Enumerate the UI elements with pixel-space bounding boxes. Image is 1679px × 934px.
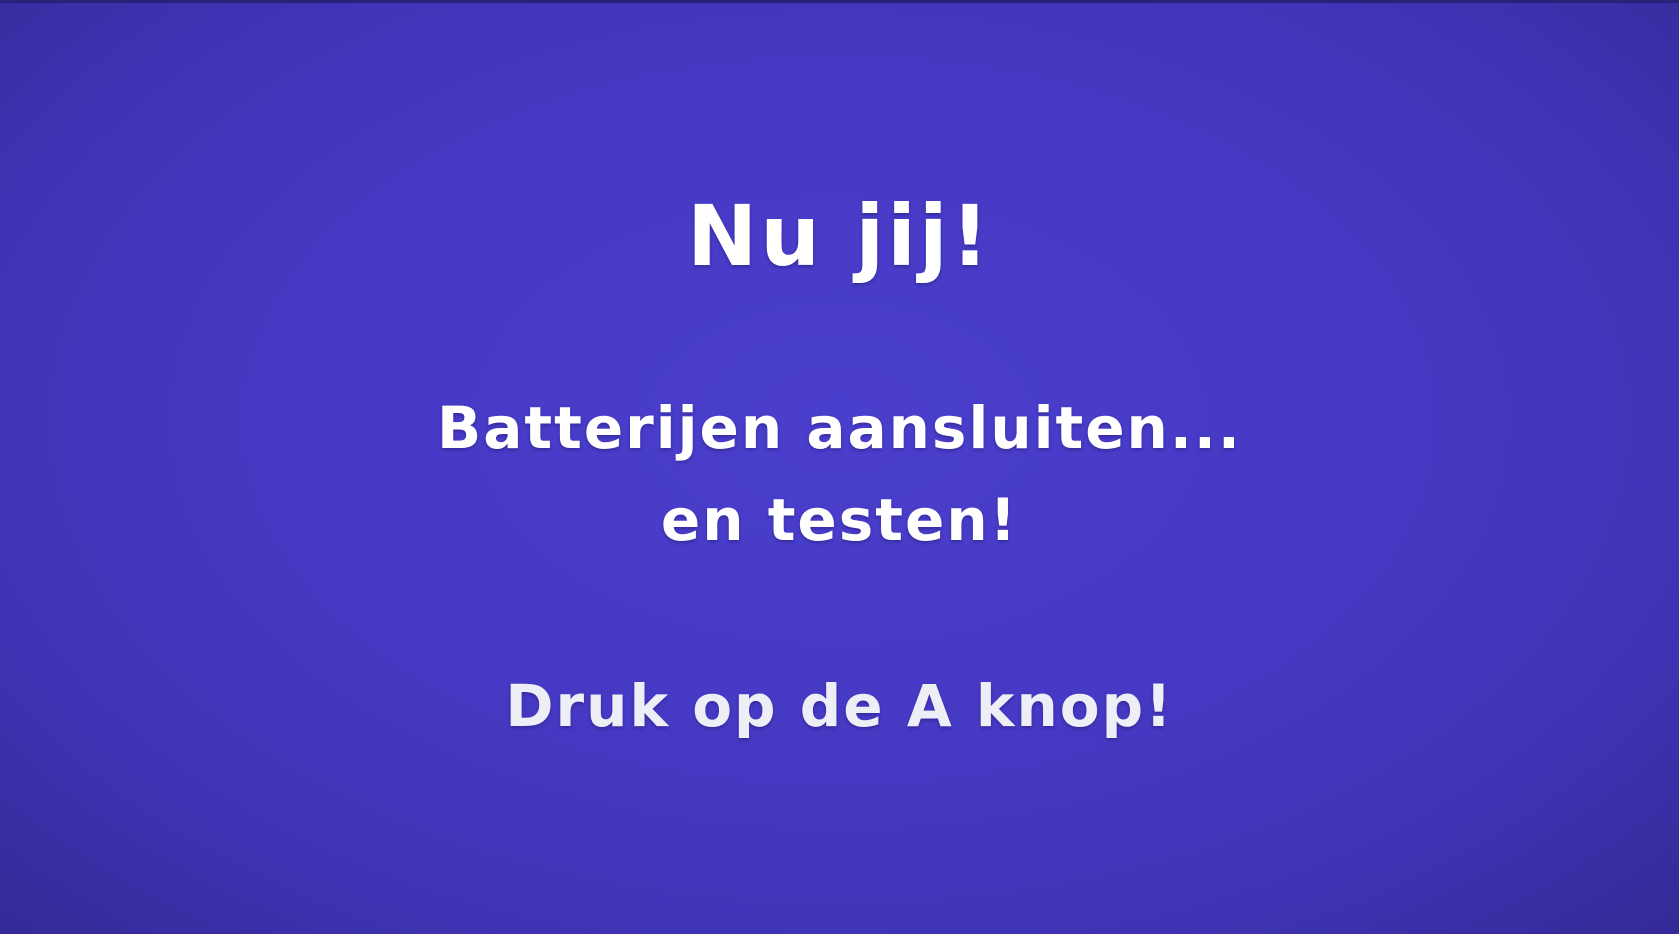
slide-subtitle-line-2: en testen!: [660, 486, 1019, 554]
slide-subtitle-line-1: Batterijen aansluiten...: [437, 394, 1242, 462]
slide-title: Nu jij!: [686, 187, 993, 285]
call-to-action-text: Druk op de A knop!: [505, 672, 1174, 740]
instruction-slide: Nu jij! Batterijen aansluiten... en test…: [0, 0, 1679, 934]
